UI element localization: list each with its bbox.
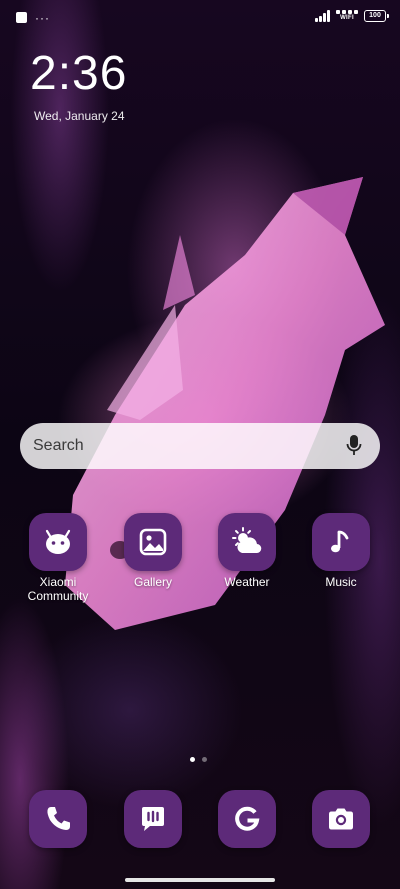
home-indicator[interactable] <box>125 878 275 882</box>
app-xiaomi-community[interactable]: Xiaomi Community <box>11 513 105 603</box>
notification-icon <box>16 12 27 23</box>
clock-time[interactable]: 2:36 <box>30 46 127 102</box>
microphone-icon[interactable] <box>346 435 362 457</box>
page-dot-active <box>190 757 195 762</box>
app-weather[interactable]: Weather <box>200 513 294 589</box>
camera-icon[interactable] <box>312 790 370 848</box>
app-music[interactable]: Music <box>294 513 388 589</box>
music-icon <box>312 513 370 571</box>
search-label: Search <box>33 437 84 454</box>
app-gallery[interactable]: Gallery <box>106 513 200 589</box>
status-bar: ··· WIFI 100 <box>0 0 400 34</box>
app-label: Gallery <box>133 575 172 589</box>
gallery-icon <box>124 513 182 571</box>
phone-icon[interactable] <box>29 790 87 848</box>
app-label: Music <box>325 575 357 589</box>
page-indicator <box>190 757 207 762</box>
wifi-label: WIFI <box>340 15 354 21</box>
battery-icon: 100 <box>364 10 389 22</box>
weather-icon <box>218 513 276 571</box>
cellular-signal-icon <box>315 10 330 22</box>
search-bar[interactable]: Search <box>20 423 380 469</box>
page-dot <box>202 757 207 762</box>
more-notifications-icon: ··· <box>35 10 50 25</box>
messages-icon[interactable] <box>124 790 182 848</box>
app-label: Xiaomi Community <box>27 575 89 603</box>
google-icon[interactable] <box>218 790 276 848</box>
xiaomi-community-icon <box>29 513 87 571</box>
date-text[interactable]: Wed, January 24 <box>34 109 125 123</box>
app-label: Weather <box>224 575 270 589</box>
wifi-icon: WIFI <box>336 10 358 22</box>
